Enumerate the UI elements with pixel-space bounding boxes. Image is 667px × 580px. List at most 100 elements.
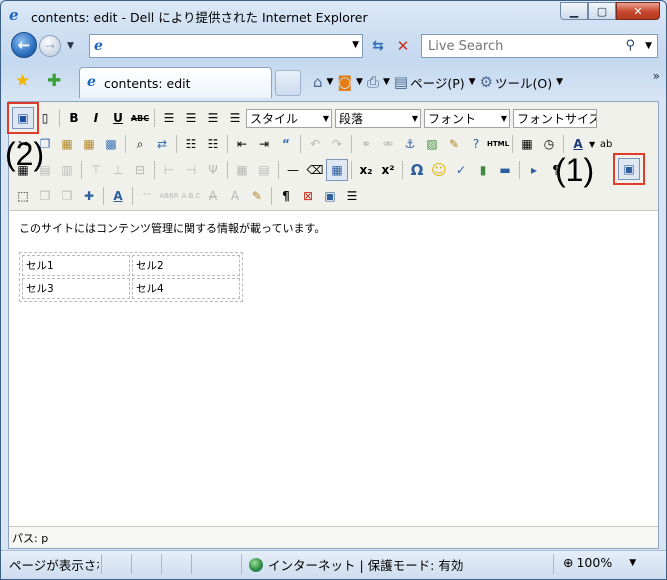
zoom-control[interactable]: ⊕ 100% ▼ [563,555,636,570]
style-select[interactable]: スタイル ▼ [246,108,332,128]
search-input[interactable] [422,35,612,57]
refresh-button[interactable]: ⇆ [366,34,390,58]
maximize-button[interactable]: ▢ [588,2,616,20]
redo-button[interactable]: ↷ [326,133,348,155]
insert-date-button[interactable]: ▦ [516,133,538,155]
find-button[interactable]: ⌕ [129,133,151,155]
show-blocks-button[interactable]: ¶ [275,185,297,207]
editor-document[interactable]: このサイトにはコンテンツ管理に関する情報が載っています。 セル1 セル2 セル3… [9,212,658,524]
close-button[interactable]: ✕ [616,2,660,20]
align-center-button[interactable]: ☰ [180,107,202,129]
absolute-button[interactable]: ✚ [78,185,100,207]
print-button[interactable]: ⎙ ▼ [367,70,390,94]
blockquote-button[interactable]: “ [275,133,297,155]
superscript-button[interactable]: x² [377,159,399,181]
table-cell[interactable]: セル4 [132,278,240,299]
anchor-button[interactable]: ⚓ [399,133,421,155]
home-button[interactable]: ⌂ ▼ [313,70,333,94]
indent-button[interactable]: ⇥ [253,133,275,155]
add-favorites-icon[interactable]: ✚ [47,71,61,91]
table-cell[interactable]: セル3 [22,278,130,299]
bulleted-list-button[interactable]: ☷ [180,133,202,155]
abbr-button[interactable]: ABBR [158,185,180,207]
search-box[interactable]: ⚲ ▼ [421,34,658,58]
ltr-button[interactable]: ▸ [523,159,545,181]
unlink-button[interactable]: ⚮ [377,133,399,155]
new-document-button[interactable]: ▯ [34,107,56,129]
tools-menu[interactable]: ⚙ ツール(O) ▼ [480,70,563,94]
feeds-button[interactable]: ◙ ▼ [337,70,362,94]
remove-format-button[interactable]: ⌫ [304,159,326,181]
image-button[interactable]: ▨ [421,133,443,155]
delete-col-button[interactable]: Ψ [202,159,224,181]
fullscreen-button[interactable]: ▣ [613,153,645,185]
move-backward-button[interactable]: ❐ [56,185,78,207]
styles-button[interactable]: A [107,185,129,207]
align-left-button[interactable]: ☰ [158,107,180,129]
subscript-button[interactable]: x₂ [355,159,377,181]
search-icon[interactable]: ⚲ [625,38,635,53]
insert-col-before-button[interactable]: ⊢ [158,159,180,181]
table-cell[interactable]: セル2 [132,255,240,276]
merge-cells-button[interactable]: ▤ [253,159,275,181]
media-button[interactable]: ▮ [472,159,494,181]
html-source-button[interactable]: HTML [487,133,509,155]
more-commands-icon[interactable]: » [653,69,660,83]
numbered-list-button[interactable]: ☷ [202,133,224,155]
back-button[interactable]: ← [11,32,37,58]
move-forward-button[interactable]: ❐ [34,185,56,207]
select-all-button[interactable]: ⬚ [12,185,34,207]
template-button[interactable]: ▣ [319,185,341,207]
cite-button[interactable]: “” [136,185,158,207]
tab-contents-edit[interactable]: e contents: edit [79,67,272,98]
italic-button[interactable]: I [85,107,107,129]
visual-aid-button[interactable]: ▦ [326,159,348,181]
paste-word-button[interactable]: ▩ [100,133,122,155]
acronym-button[interactable]: A.B.C [180,185,202,207]
link-button[interactable]: ⚭ [355,133,377,155]
horizontal-rule-button[interactable]: — [282,159,304,181]
cleanup-button[interactable]: ✎ [443,133,465,155]
bold-button[interactable]: B [63,107,85,129]
undo-button[interactable]: ↶ [304,133,326,155]
paragraph-select[interactable]: 段落 ▼ [335,108,421,128]
split-cells-button[interactable]: ▦ [231,159,253,181]
save-button[interactable]: ▣ [7,102,39,134]
emoticons-button[interactable]: ☺ [428,159,450,181]
fontsize-select[interactable]: フォントサイズ▼ [513,108,597,128]
replace-button[interactable]: ⇄ [151,133,173,155]
nonbreaking-button[interactable]: ⊠ [297,185,319,207]
favorites-star-icon[interactable]: ★ [15,71,30,91]
insert-row-after-button[interactable]: ⊥ [107,159,129,181]
insert-layer-button[interactable]: ▬ [494,159,516,181]
justify-button[interactable]: ☰ [224,107,246,129]
stop-button[interactable]: ✕ [391,34,415,58]
insert-col-after-button[interactable]: ⊣ [180,159,202,181]
align-right-button[interactable]: ☰ [202,107,224,129]
search-dropdown[interactable]: ▼ [645,41,652,51]
insert-row-before-button[interactable]: ⊤ [85,159,107,181]
new-tab-button[interactable] [275,70,301,96]
address-field[interactable]: e ▼ [89,34,363,58]
highlight-color-button[interactable]: ab [595,133,617,155]
spellcheck-button[interactable]: ✓ [450,159,472,181]
page-menu[interactable]: ▤ ページ(P) ▼ [394,70,476,94]
paste-button[interactable]: ▦ [56,133,78,155]
paste-text-button[interactable]: ▦ [78,133,100,155]
insertion-button[interactable]: A [224,185,246,207]
font-select[interactable]: フォント ▼ [424,108,510,128]
minimize-button[interactable]: ▁ [560,2,588,20]
delete-row-button[interactable]: ⊟ [129,159,151,181]
pagebreak-button[interactable]: ☰ [341,185,363,207]
deletion-button[interactable]: A [202,185,224,207]
cell-props-button[interactable]: ▥ [56,159,78,181]
underline-button[interactable]: U [107,107,129,129]
security-zone[interactable]: インターネット | 保護モード: 有効 [249,555,463,574]
attributes-button[interactable]: ✎ [246,185,268,207]
forward-button[interactable]: → [39,35,61,57]
strikethrough-button[interactable]: ABC [129,107,151,129]
help-button[interactable]: ? [465,133,487,155]
address-dropdown[interactable]: ▼ [352,40,359,50]
outdent-button[interactable]: ⇤ [231,133,253,155]
special-char-button[interactable]: Ω [406,159,428,181]
